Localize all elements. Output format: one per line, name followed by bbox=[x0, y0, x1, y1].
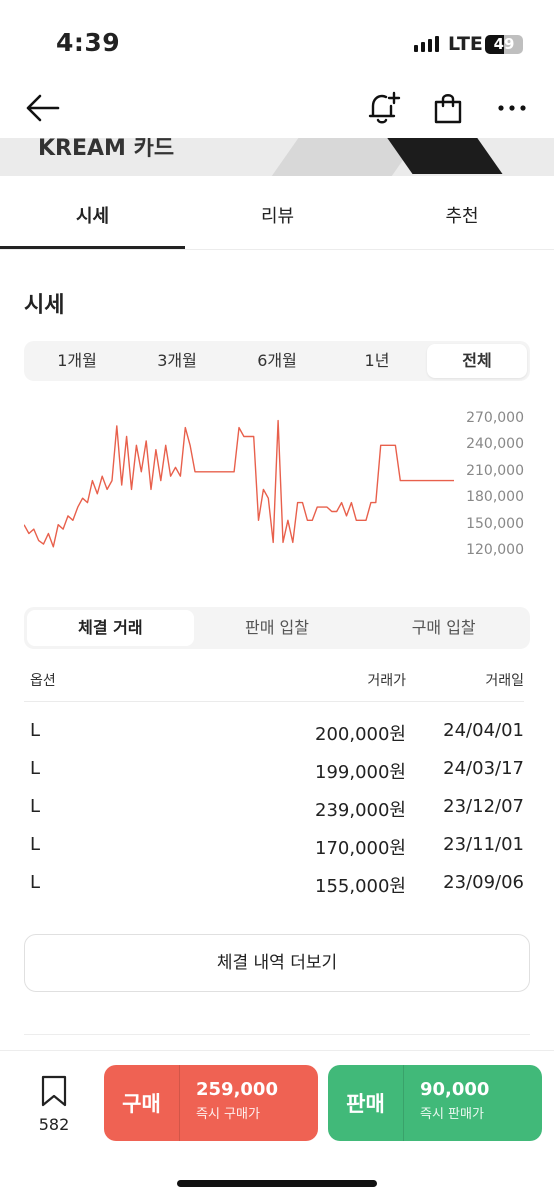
bottom-action-bar: 582 구매 259,000 즉시 구매가 판매 90,000 즉시 판매가 bbox=[0, 1050, 554, 1200]
home-indicator bbox=[177, 1180, 377, 1187]
table-row: L 239,000원 23/12/07 bbox=[24, 788, 524, 826]
buy-info: 259,000 즉시 구매가 bbox=[180, 1065, 278, 1141]
row-price: 155,000원 bbox=[315, 876, 406, 897]
y-tick-label: 210,000 bbox=[466, 462, 524, 479]
row-date: 23/11/01 bbox=[443, 834, 524, 855]
row-option: L bbox=[30, 796, 41, 817]
table-row: L 170,000원 23/11/01 bbox=[24, 826, 524, 864]
row-option: L bbox=[30, 720, 41, 741]
row-price: 199,000원 bbox=[315, 762, 406, 783]
trade-table-header: 옵션 거래가 거래일 bbox=[24, 666, 524, 702]
y-tick-label: 240,000 bbox=[466, 436, 524, 453]
wishlist-count: 582 bbox=[38, 1115, 70, 1134]
row-option: L bbox=[30, 872, 41, 893]
price-chart[interactable]: 270,000 240,000 210,000 180,000 150,000 120,0… bbox=[24, 410, 530, 560]
header-option: 옵션 bbox=[30, 673, 56, 689]
row-date: 24/04/01 bbox=[443, 720, 524, 741]
sell-price: 90,000 bbox=[420, 1079, 490, 1100]
header-price: 거래가 bbox=[367, 673, 406, 689]
battery-level: 49 bbox=[493, 35, 515, 53]
buy-button[interactable]: 구매 259,000 즉시 구매가 bbox=[104, 1065, 318, 1141]
row-date: 24/03/17 bbox=[443, 758, 524, 779]
wishlist-button[interactable]: 582 bbox=[26, 1075, 82, 1134]
row-price: 170,000원 bbox=[315, 838, 406, 859]
tab-price[interactable]: 시세 bbox=[0, 186, 185, 249]
notification-add-button[interactable] bbox=[364, 88, 404, 128]
promo-banner[interactable]: KREAM 카드 bbox=[0, 138, 554, 176]
table-row: L 199,000원 24/03/17 bbox=[24, 750, 524, 788]
network-label: LTE bbox=[448, 33, 483, 55]
sell-info: 90,000 즉시 판매가 bbox=[404, 1065, 489, 1141]
row-date: 23/12/07 bbox=[443, 796, 524, 817]
more-dots-icon bbox=[498, 105, 526, 111]
top-nav bbox=[0, 80, 554, 138]
battery-icon: 49 bbox=[485, 35, 523, 54]
tab-recommend[interactable]: 추천 bbox=[370, 186, 554, 249]
view-more-trades-button[interactable]: 체결 내역 더보기 bbox=[24, 934, 530, 992]
period-selector: 1개월 3개월 6개월 1년 전체 bbox=[24, 341, 530, 381]
sell-label: 판매 bbox=[328, 1065, 404, 1141]
tab-sell-bids[interactable]: 판매 입찰 bbox=[194, 610, 361, 646]
period-1year[interactable]: 1년 bbox=[327, 344, 427, 378]
header-date: 거래일 bbox=[485, 673, 524, 689]
row-option: L bbox=[30, 758, 41, 779]
shopping-bag-icon bbox=[434, 94, 462, 124]
period-3month[interactable]: 3개월 bbox=[127, 344, 227, 378]
period-1month[interactable]: 1개월 bbox=[27, 344, 127, 378]
row-price: 200,000원 bbox=[315, 724, 406, 745]
y-tick-label: 180,000 bbox=[466, 489, 524, 506]
period-all[interactable]: 전체 bbox=[427, 344, 527, 378]
tab-review[interactable]: 리뷰 bbox=[185, 186, 370, 249]
product-tabs: 시세 리뷰 추천 bbox=[0, 186, 554, 250]
price-chart-svg bbox=[24, 419, 454, 548]
signal-icon bbox=[414, 36, 439, 52]
y-tick-label: 270,000 bbox=[466, 409, 524, 426]
bell-plus-icon bbox=[368, 91, 401, 124]
buy-sub: 즉시 구매가 bbox=[196, 1107, 260, 1122]
price-line bbox=[24, 419, 454, 548]
back-button[interactable] bbox=[22, 88, 62, 128]
y-tick-label: 150,000 bbox=[466, 515, 524, 532]
sell-sub: 즉시 판매가 bbox=[420, 1107, 484, 1122]
trade-type-selector: 체결 거래 판매 입찰 구매 입찰 bbox=[24, 607, 530, 649]
row-date: 23/09/06 bbox=[443, 872, 524, 893]
bookmark-icon bbox=[41, 1075, 67, 1107]
arrow-left-icon bbox=[26, 94, 60, 122]
more-menu-button[interactable] bbox=[492, 88, 532, 128]
buy-price: 259,000 bbox=[196, 1079, 278, 1100]
section-title: 시세 bbox=[24, 293, 65, 318]
table-row: L 200,000원 24/04/01 bbox=[24, 712, 524, 750]
tab-completed-trades[interactable]: 체결 거래 bbox=[27, 610, 194, 646]
status-bar: 4:39 LTE 49 bbox=[0, 0, 554, 80]
banner-text: KREAM 카드 bbox=[38, 138, 175, 161]
tab-buy-bids[interactable]: 구매 입찰 bbox=[360, 610, 527, 646]
row-option: L bbox=[30, 834, 41, 855]
sell-button[interactable]: 판매 90,000 즉시 판매가 bbox=[328, 1065, 542, 1141]
shopping-bag-button[interactable] bbox=[428, 88, 468, 128]
row-price: 239,000원 bbox=[315, 800, 406, 821]
table-row: L 155,000원 23/09/06 bbox=[24, 864, 524, 902]
y-tick-label: 120,000 bbox=[466, 542, 524, 559]
period-6month[interactable]: 6개월 bbox=[227, 344, 327, 378]
divider bbox=[24, 1034, 530, 1035]
buy-label: 구매 bbox=[104, 1065, 180, 1141]
status-time: 4:39 bbox=[56, 28, 121, 57]
